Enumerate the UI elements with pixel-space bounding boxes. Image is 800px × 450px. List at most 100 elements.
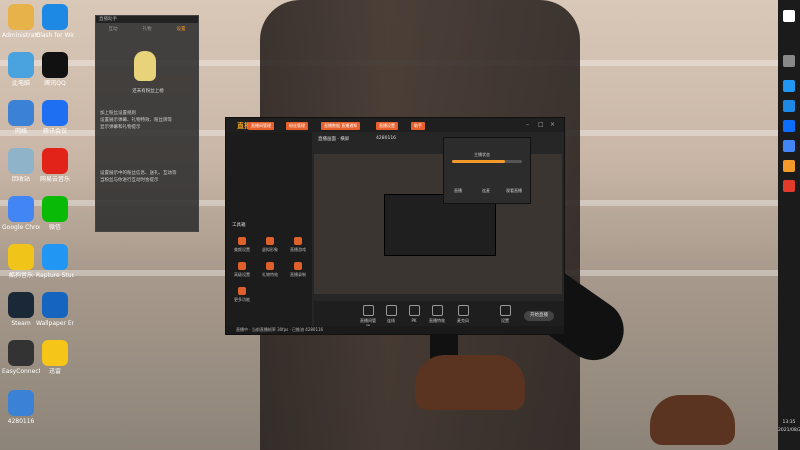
wallpaper-shoe (650, 395, 735, 445)
taskbar-app-icon[interactable] (783, 140, 795, 152)
taskbar-app-icon[interactable] (783, 80, 795, 92)
app-icon (8, 148, 34, 174)
desktop-icon-label: 腾讯会议 (42, 128, 67, 135)
desktop-icon[interactable]: 回收站 (2, 148, 40, 184)
record-icon (294, 262, 302, 270)
desktop-icon[interactable]: 微信 (36, 196, 74, 232)
taskbar-app-icon[interactable] (783, 100, 795, 112)
panel-tab[interactable]: 礼物 (143, 26, 152, 32)
start-live-button[interactable]: 开始直播 (524, 311, 554, 321)
sidebar-item[interactable]: 更多功能 (232, 287, 252, 303)
desktop-icon-label: EasyConnect (2, 368, 40, 375)
desktop-icon[interactable]: Google Chrome (2, 196, 40, 232)
clock-date[interactable]: 2021/08/21 (778, 428, 800, 434)
taskbar-app-icon[interactable] (783, 55, 795, 67)
app-icon (42, 100, 68, 126)
popup-title: 主播状态 (474, 152, 490, 157)
start-icon[interactable] (783, 10, 795, 22)
minimize-icon[interactable]: – (526, 121, 529, 128)
app-icon (8, 52, 34, 78)
sidebar-item[interactable]: 直播录制 (288, 262, 308, 278)
panel-text: 加上粉丝设置规则 (100, 111, 136, 116)
desktop-icon[interactable]: Rapture Studio (36, 244, 74, 280)
anchor-status-popup: 主播状态 直播 连麦 观看直播 (443, 137, 531, 204)
sidebar-item[interactable]: 高级设置 (232, 262, 252, 278)
desktop-icon[interactable]: 网络 (2, 100, 40, 136)
game-icon (294, 237, 302, 245)
effect-icon (431, 305, 443, 316)
desktop-icon-label: 迅雷 (48, 368, 61, 375)
taskbar-app-icon[interactable] (783, 180, 795, 192)
panel-title: 直播助手 (96, 16, 198, 23)
sidebar-item[interactable]: 虚拟形象 (260, 237, 280, 253)
desktop-icon-label: 回收站 (11, 176, 30, 183)
app-icon (42, 292, 68, 318)
sidebar-item[interactable]: 美颜设置 (232, 237, 252, 253)
viewer-count: 4280116 (376, 136, 397, 141)
desktop-icon[interactable]: 网易云音乐 (36, 148, 74, 184)
desktop-icon-label: 酷狗音乐 (8, 272, 33, 279)
toolbar-button[interactable]: 连线 (382, 305, 400, 324)
desktop-icon[interactable]: EasyConnect (2, 340, 40, 376)
app-icon (8, 340, 34, 366)
top-tab[interactable]: 助手 (411, 122, 425, 130)
app-icon (8, 244, 34, 270)
desktop-icon[interactable]: 此电脑 (2, 52, 40, 88)
live-assistant-panel: 直播助手 互动 礼物 设置 还未有粉丝上榜 加上粉丝设置规则 设置展示弹幕、礼物… (95, 15, 199, 232)
toolbar-button[interactable]: 麦克风 (454, 305, 472, 324)
top-tab[interactable]: 粉丝管理 (286, 122, 308, 130)
toolbar-button[interactable]: 直播特效 (428, 305, 446, 324)
desktop-icon-label: Google Chrome (2, 224, 40, 231)
more-icon (238, 287, 246, 295)
panel-tab[interactable]: 设置 (177, 26, 186, 32)
panel-tabs: 互动 礼物 设置 (96, 26, 198, 32)
progress-fill (452, 160, 505, 163)
clock-time[interactable]: 13:35 (778, 420, 800, 426)
desktop-icon-label: Wallpaper Engine (36, 320, 74, 327)
app-icon (42, 244, 68, 270)
desktop-icon[interactable]: Administrator (2, 4, 40, 40)
sidebar-item[interactable]: 直播游戏 (288, 237, 308, 253)
taskbar: 13:35 2021/08/21 (778, 0, 800, 450)
toolbar-button[interactable]: 设置 (496, 305, 514, 324)
desktop-icon-label: 腾讯QQ (44, 80, 66, 87)
taskbar-app-icon[interactable] (783, 160, 795, 172)
wallpaper-shoe (415, 355, 525, 410)
popup-option[interactable]: 观看直播 (506, 188, 522, 194)
beauty-icon (238, 237, 246, 245)
sidebar-title: 工具箱 (232, 223, 246, 228)
desktop-icon-label: Clash for Windows (36, 32, 74, 39)
app-icon (8, 100, 34, 126)
desktop-icon[interactable]: Steam (2, 292, 40, 328)
top-tab[interactable]: 直播设置 (376, 122, 398, 130)
desktop-icon[interactable]: 腾讯QQ (36, 52, 74, 88)
desktop-icon[interactable]: 迅雷 (36, 340, 74, 376)
app-icon (8, 196, 34, 222)
left-sidebar: 工具箱 美颜设置 虚拟形象 直播游戏 高级设置 礼物特效 直播录制 更多功能 (226, 132, 312, 334)
app-icon (8, 4, 34, 30)
desktop-icon[interactable]: 酷狗音乐 (2, 244, 40, 280)
popup-option[interactable]: 直播 (454, 188, 462, 194)
desktop-icon-label: Steam (11, 320, 31, 327)
empty-ranking-tip: 还未有粉丝上榜 (132, 89, 164, 94)
desktop-icon[interactable]: 腾讯会议 (36, 100, 74, 136)
room-manage-icon (362, 305, 374, 316)
close-icon[interactable]: × (550, 121, 555, 128)
top-tab[interactable]: 直播间管理 (248, 122, 274, 130)
taskbar-app-icon[interactable] (783, 120, 795, 132)
desktop-icon[interactable]: 4280116 (2, 390, 40, 426)
desktop-icon-label: 网易云音乐 (39, 176, 70, 183)
top-tab[interactable]: 直播数据 直播通知 (321, 122, 361, 130)
maximize-icon[interactable]: □ (538, 121, 544, 128)
panel-text: 显示弹幕和礼物提示 (100, 125, 141, 130)
desktop-icon[interactable]: Clash for Windows (36, 4, 74, 40)
popup-option[interactable]: 连麦 (482, 188, 490, 194)
desktop-icon-label: 微信 (48, 224, 61, 231)
desktop-icon-label: Rapture Studio (36, 272, 74, 279)
link-icon (385, 305, 397, 316)
app-icon (8, 390, 34, 416)
sidebar-item[interactable]: 礼物特效 (260, 262, 280, 278)
toolbar-button[interactable]: PK (405, 305, 423, 323)
desktop-icon[interactable]: Wallpaper Engine (36, 292, 74, 328)
panel-tab[interactable]: 互动 (109, 26, 118, 32)
